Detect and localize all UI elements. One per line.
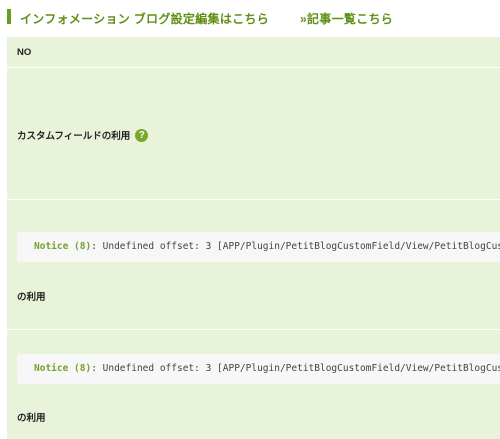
table-row-notice: Notice (8): Undefined offset: 3 [APP/Plu… [7, 329, 500, 439]
custom-field-label: カスタムフィールドの利用 [17, 131, 131, 142]
row-label: の利用 [17, 413, 46, 424]
notice-type: Notice (8) [34, 241, 92, 252]
notice-type: Notice (8) [34, 363, 92, 374]
custom-field-label-wrap: カスタムフィールドの利用 ? [17, 128, 149, 142]
notice-text: : Undefined offset: 3 [APP/Plugin/PetitB… [91, 241, 500, 252]
table-row-notice: Notice (8): Undefined offset: 3 [APP/Plu… [7, 199, 500, 330]
row-label: の利用 [17, 292, 46, 303]
notice-message: Notice (8): Undefined offset: 3 [APP/Plu… [17, 232, 500, 262]
page: インフォメーション ブログ設定編集はこちら »記事一覧こちら NO カスタムフィ… [0, 0, 500, 439]
post-list-link[interactable]: »記事一覧こちら [300, 10, 393, 27]
settings-table: NO カスタムフィールドの利用 ? Notice (8): Undefined … [7, 37, 500, 439]
row-no-label: NO [17, 47, 32, 58]
table-row-custom-field: カスタムフィールドの利用 ? [7, 67, 500, 200]
header-accent-bar [7, 9, 11, 24]
notice-message: Notice (8): Undefined offset: 3 [APP/Plu… [17, 354, 500, 384]
help-icon[interactable]: ? [135, 128, 149, 142]
blog-settings-link[interactable]: インフォメーション ブログ設定編集はこちら [20, 10, 269, 27]
table-row-no: NO [7, 37, 500, 67]
notice-text: : Undefined offset: 3 [APP/Plugin/PetitB… [91, 363, 500, 374]
header: インフォメーション ブログ設定編集はこちら »記事一覧こちら [0, 0, 500, 36]
